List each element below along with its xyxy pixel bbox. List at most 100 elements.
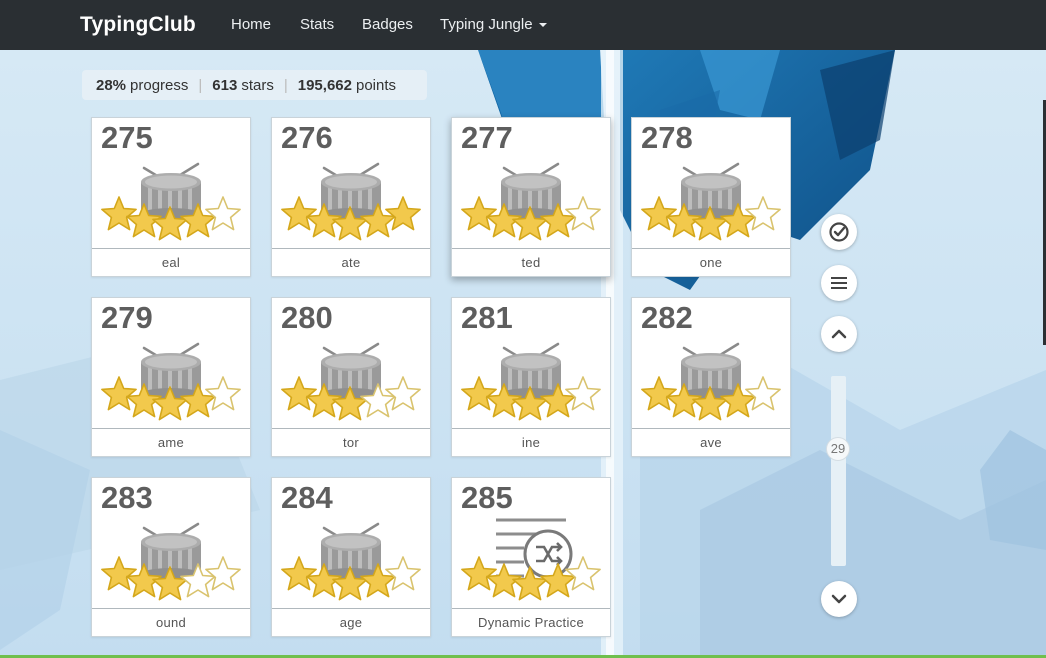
lesson-art bbox=[272, 336, 430, 436]
lesson-number: 281 bbox=[461, 300, 513, 335]
star-filled-icon bbox=[461, 376, 497, 411]
lesson-card[interactable]: 281 ine bbox=[451, 297, 611, 457]
lesson-label: tor bbox=[272, 428, 430, 456]
caret-down-icon bbox=[538, 23, 547, 28]
star-filled-icon bbox=[101, 376, 137, 411]
lesson-art bbox=[452, 156, 610, 256]
drum-icon bbox=[281, 342, 421, 421]
lesson-art bbox=[92, 336, 250, 436]
nav-typing-jungle-dropdown[interactable]: Typing Jungle bbox=[440, 16, 547, 33]
progress-summary: 28% progress | 613 stars | 195,662 point… bbox=[82, 70, 427, 100]
menu-icon bbox=[831, 277, 847, 289]
star-empty-icon bbox=[205, 556, 241, 591]
progress-value: 28% bbox=[96, 76, 127, 94]
scroll-up-button[interactable] bbox=[821, 316, 857, 352]
lesson-art bbox=[452, 516, 610, 616]
lesson-number: 285 bbox=[461, 480, 513, 515]
star-empty-icon bbox=[565, 376, 601, 411]
lesson-number: 278 bbox=[641, 120, 693, 155]
points-value: 195,662 bbox=[297, 76, 352, 94]
star-filled-icon bbox=[641, 196, 677, 231]
star-empty-icon bbox=[205, 376, 241, 411]
stars-label: stars bbox=[241, 76, 274, 94]
lesson-art bbox=[92, 516, 250, 616]
star-filled-icon bbox=[385, 196, 421, 231]
menu-button[interactable] bbox=[821, 265, 857, 301]
lesson-number: 279 bbox=[101, 300, 153, 335]
lesson-number: 280 bbox=[281, 300, 333, 335]
drum-icon bbox=[641, 342, 781, 421]
star-empty-icon bbox=[385, 556, 421, 591]
lesson-label: one bbox=[632, 248, 790, 276]
drum-icon bbox=[641, 162, 781, 241]
drum-icon bbox=[281, 522, 421, 601]
lesson-card[interactable]: 278 one bbox=[631, 117, 791, 277]
stars-value: 613 bbox=[212, 76, 238, 94]
star-filled-icon bbox=[281, 376, 317, 411]
lesson-art bbox=[632, 156, 790, 256]
chevron-down-icon bbox=[831, 594, 847, 604]
lesson-number: 277 bbox=[461, 120, 513, 155]
star-filled-icon bbox=[461, 556, 497, 591]
level-slider-thumb[interactable]: 29 bbox=[826, 437, 850, 461]
drum-icon bbox=[461, 342, 601, 421]
lesson-label: ound bbox=[92, 608, 250, 636]
lesson-label: ave bbox=[632, 428, 790, 456]
drum-icon bbox=[281, 162, 421, 241]
lesson-label: ate bbox=[272, 248, 430, 276]
star-empty-icon bbox=[385, 376, 421, 411]
divider: | bbox=[198, 76, 203, 94]
lesson-card[interactable]: 280 tor bbox=[271, 297, 431, 457]
star-empty-icon bbox=[565, 196, 601, 231]
lesson-art bbox=[632, 336, 790, 436]
star-empty-icon bbox=[745, 196, 781, 231]
lesson-art bbox=[272, 156, 430, 256]
lesson-art bbox=[92, 156, 250, 256]
drum-icon bbox=[101, 162, 241, 241]
nav-home-link[interactable]: Home bbox=[231, 16, 271, 33]
lesson-art bbox=[272, 516, 430, 616]
star-empty-icon bbox=[205, 196, 241, 231]
level-slider-track[interactable] bbox=[831, 376, 846, 566]
nav-typing-jungle-label: Typing Jungle bbox=[440, 16, 533, 33]
lesson-label: ted bbox=[452, 248, 610, 276]
lesson-card[interactable]: 283 ound bbox=[91, 477, 251, 637]
star-filled-icon bbox=[101, 556, 137, 591]
lesson-label: age bbox=[272, 608, 430, 636]
lesson-label: ame bbox=[92, 428, 250, 456]
progress-label: progress bbox=[130, 76, 189, 94]
chevron-up-icon bbox=[831, 329, 847, 339]
lesson-card[interactable]: 285 Dynamic Practice bbox=[451, 477, 611, 637]
star-filled-icon bbox=[281, 196, 317, 231]
lesson-label: ine bbox=[452, 428, 610, 456]
top-navbar: TypingClub Home Stats Badges Typing Jung… bbox=[0, 0, 1046, 50]
drum-icon bbox=[101, 522, 241, 601]
star-filled-icon bbox=[281, 556, 317, 591]
lesson-card[interactable]: 279 ame bbox=[91, 297, 251, 457]
lesson-art bbox=[452, 336, 610, 436]
lesson-card[interactable]: 275 eal bbox=[91, 117, 251, 277]
star-filled-icon bbox=[641, 376, 677, 411]
check-circle-button[interactable] bbox=[821, 214, 857, 250]
lesson-label: eal bbox=[92, 248, 250, 276]
drum-icon bbox=[101, 342, 241, 421]
check-circle-icon bbox=[829, 222, 849, 242]
drum-icon bbox=[461, 162, 601, 241]
brand-logo[interactable]: TypingClub bbox=[80, 13, 196, 37]
star-empty-icon bbox=[745, 376, 781, 411]
lesson-number: 282 bbox=[641, 300, 693, 335]
lesson-number: 275 bbox=[101, 120, 153, 155]
star-filled-icon bbox=[101, 196, 137, 231]
lesson-label: Dynamic Practice bbox=[452, 608, 610, 636]
nav-badges-link[interactable]: Badges bbox=[362, 16, 413, 33]
lesson-number: 283 bbox=[101, 480, 153, 515]
lesson-number: 284 bbox=[281, 480, 333, 515]
scroll-down-button[interactable] bbox=[821, 581, 857, 617]
nav-stats-link[interactable]: Stats bbox=[300, 16, 334, 33]
lesson-card[interactable]: 282 ave bbox=[631, 297, 791, 457]
lesson-card[interactable]: 284 age bbox=[271, 477, 431, 637]
lesson-card[interactable]: 277 ted bbox=[451, 117, 611, 277]
shuffle-icon bbox=[461, 518, 601, 601]
divider: | bbox=[283, 76, 288, 94]
lesson-card[interactable]: 276 ate bbox=[271, 117, 431, 277]
